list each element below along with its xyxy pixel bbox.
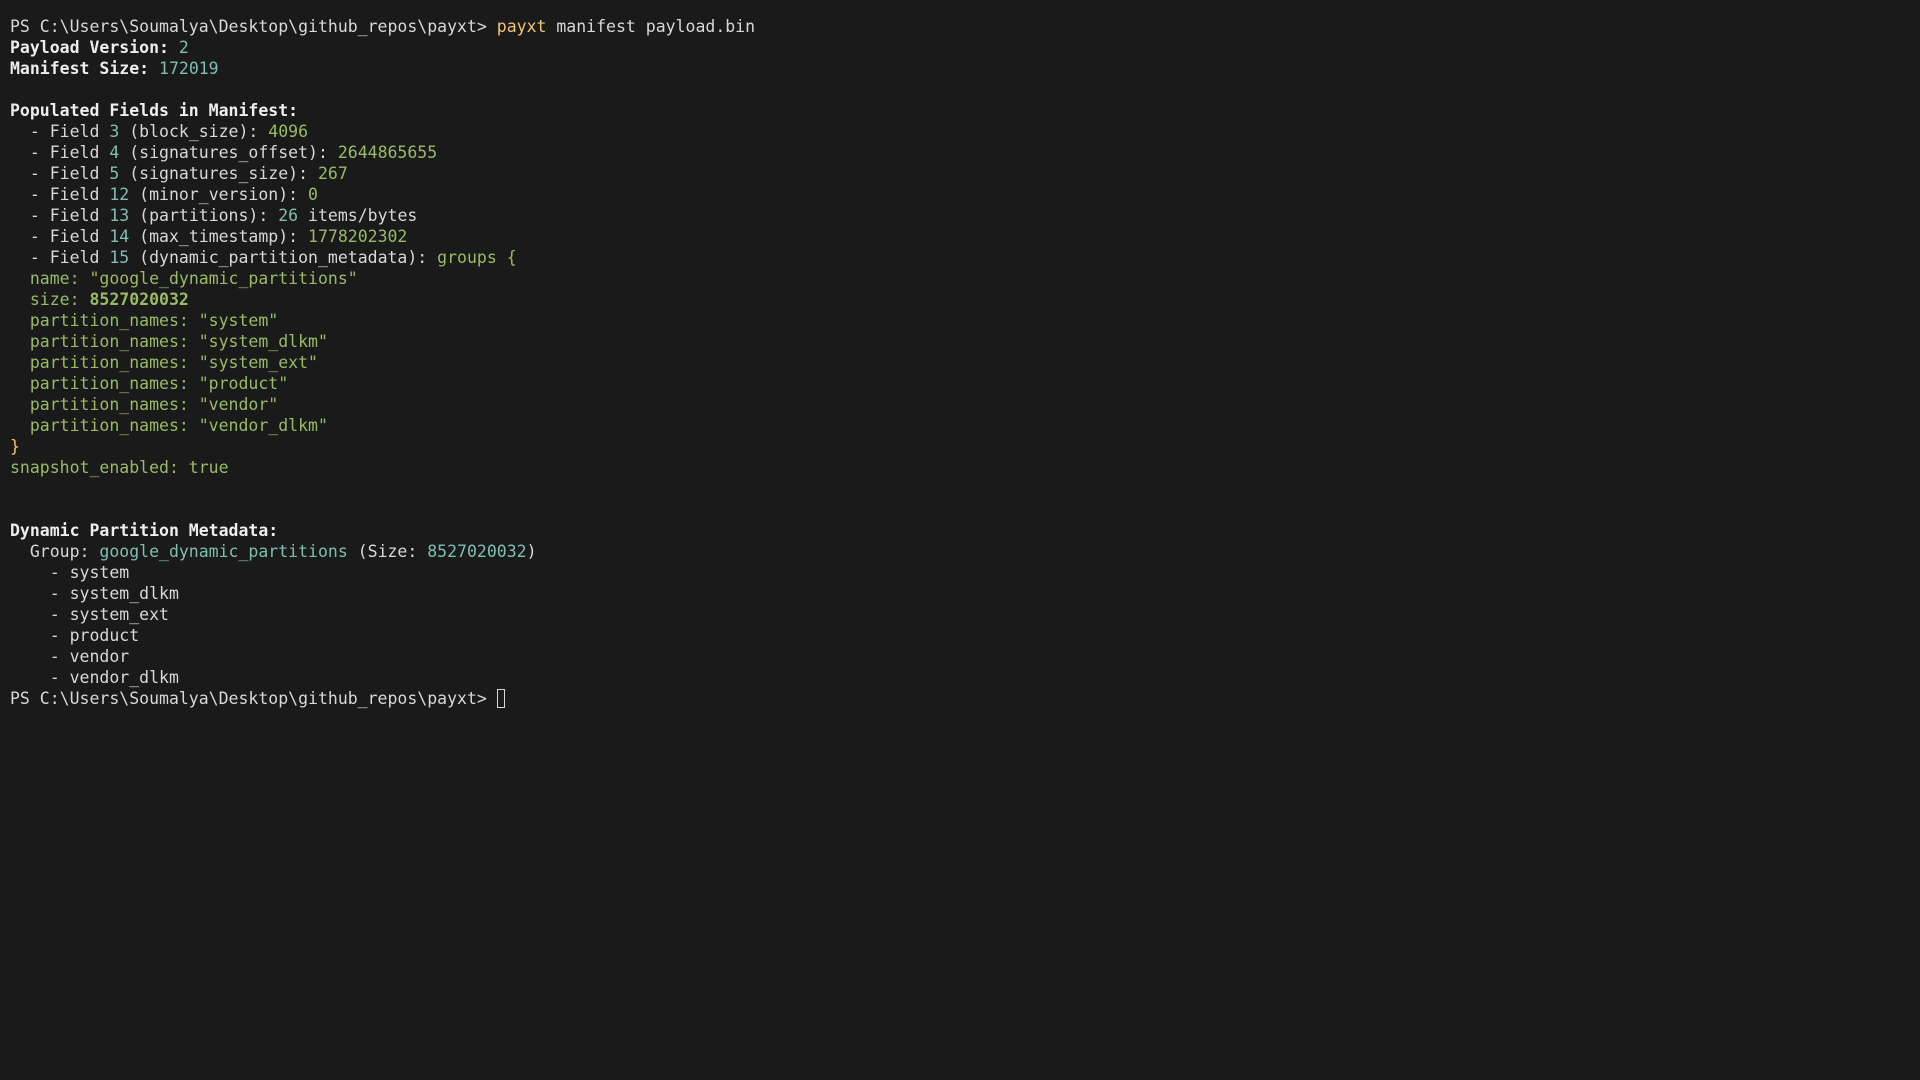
group-size-value: 8527020032 bbox=[427, 542, 527, 561]
field-line-signatures-size: - Field 5 (signatures_size): 267 bbox=[10, 163, 1910, 184]
field-line-max-timestamp: - Field 14 (max_timestamp): 1778202302 bbox=[10, 226, 1910, 247]
field-name: (minor_version): bbox=[129, 185, 309, 204]
field-value: groups { bbox=[437, 248, 517, 267]
snapshot-enabled-line: snapshot_enabled: true bbox=[10, 458, 229, 477]
field-number: 15 bbox=[109, 248, 130, 267]
command-line: PS C:\Users\Soumalya\Desktop\github_repo… bbox=[10, 16, 1910, 37]
partition-name-line: partition_names: "system" bbox=[10, 311, 279, 330]
group-name: google_dynamic_partitions bbox=[99, 542, 348, 561]
partition-name-line: partition_names: "vendor_dlkm" bbox=[10, 416, 328, 435]
command-args: manifest payload.bin bbox=[546, 17, 756, 36]
field-name: (signatures_size): bbox=[119, 164, 318, 183]
field-name: (signatures_offset): bbox=[119, 143, 338, 162]
field-prefix: - Field bbox=[10, 248, 110, 267]
field-line-partitions: - Field 13 (partitions): 26 items/bytes bbox=[10, 205, 1910, 226]
group-name-line: name: "google_dynamic_partitions" bbox=[10, 268, 1910, 289]
field-value: 267 bbox=[317, 164, 348, 183]
partition-name-line: partition_names: "system_dlkm" bbox=[10, 332, 328, 351]
partition-list-item: - system_ext bbox=[10, 605, 169, 624]
group-size-line: size: 8527020032 bbox=[10, 289, 1910, 310]
partition-list-item: - vendor bbox=[10, 647, 130, 666]
partition-list-item: - system_dlkm bbox=[10, 584, 179, 603]
closing-brace: } bbox=[10, 437, 20, 456]
field-name: (block_size): bbox=[119, 122, 269, 141]
partition-list-item: - vendor_dlkm bbox=[10, 668, 179, 687]
payload-version-label: Payload Version: bbox=[10, 38, 179, 57]
field-name: (dynamic_partition_metadata): bbox=[129, 248, 438, 267]
field-line-dynamic-partition-metadata: - Field 15 (dynamic_partition_metadata):… bbox=[10, 247, 1910, 268]
payload-version-value: 2 bbox=[178, 38, 189, 57]
manifest-size-line: Manifest Size: 172019 bbox=[10, 58, 1910, 79]
partition-name-line: partition_names: "product" bbox=[10, 374, 289, 393]
group-name-label: name: bbox=[10, 269, 90, 288]
field-number: 4 bbox=[109, 143, 120, 162]
group-size-value: 8527020032 bbox=[89, 290, 189, 309]
field-prefix: - Field bbox=[10, 185, 110, 204]
payload-version-line: Payload Version: 2 bbox=[10, 37, 1910, 58]
field-prefix: - Field bbox=[10, 206, 110, 225]
field-number: 13 bbox=[109, 206, 130, 225]
group-label: Group: bbox=[10, 542, 100, 561]
field-number: 14 bbox=[109, 227, 130, 246]
text-cursor[interactable] bbox=[496, 689, 505, 708]
field-value: 1778202302 bbox=[308, 227, 408, 246]
partition-list-item: - product bbox=[10, 626, 140, 645]
group-size-close: ) bbox=[526, 542, 537, 561]
group-summary-line: Group: google_dynamic_partitions (Size: … bbox=[10, 541, 1910, 562]
field-line-minor-version: - Field 12 (minor_version): 0 bbox=[10, 184, 1910, 205]
manifest-size-value: 172019 bbox=[159, 59, 219, 78]
field-value: 26 bbox=[278, 206, 299, 225]
field-prefix: - Field bbox=[10, 227, 110, 246]
manifest-size-label: Manifest Size: bbox=[10, 59, 160, 78]
field-number: 3 bbox=[109, 122, 120, 141]
prompt-line[interactable]: PS C:\Users\Soumalya\Desktop\github_repo… bbox=[10, 688, 1910, 709]
field-suffix: items/bytes bbox=[298, 206, 418, 225]
prompt: PS C:\Users\Soumalya\Desktop\github_repo… bbox=[10, 689, 497, 708]
field-value: 2644865655 bbox=[337, 143, 438, 162]
partition-name-line: partition_names: "vendor" bbox=[10, 395, 279, 414]
group-size-label: size: bbox=[10, 290, 90, 309]
field-name: (max_timestamp): bbox=[129, 227, 309, 246]
field-line-signatures-offset: - Field 4 (signatures_offset): 264486565… bbox=[10, 142, 1910, 163]
field-value: 0 bbox=[308, 185, 318, 204]
populated-fields-title: Populated Fields in Manifest: bbox=[10, 101, 299, 120]
terminal-output[interactable]: PS C:\Users\Soumalya\Desktop\github_repo… bbox=[10, 16, 1910, 1080]
field-number: 12 bbox=[109, 185, 130, 204]
partition-name-line: partition_names: "system_ext" bbox=[10, 353, 318, 372]
command-program: payxt bbox=[496, 17, 547, 36]
group-name-value: "google_dynamic_partitions" bbox=[89, 269, 358, 288]
field-value: 4096 bbox=[268, 122, 309, 141]
field-prefix: - Field bbox=[10, 143, 110, 162]
field-line-block-size: - Field 3 (block_size): 4096 bbox=[10, 121, 1910, 142]
field-prefix: - Field bbox=[10, 164, 110, 183]
field-name: (partitions): bbox=[129, 206, 279, 225]
field-number: 5 bbox=[109, 164, 120, 183]
partition-list-item: - system bbox=[10, 563, 130, 582]
group-size-open: (Size: bbox=[347, 542, 428, 561]
field-prefix: - Field bbox=[10, 122, 110, 141]
dynamic-metadata-title: Dynamic Partition Metadata: bbox=[10, 521, 279, 540]
prompt: PS C:\Users\Soumalya\Desktop\github_repo… bbox=[10, 17, 497, 36]
